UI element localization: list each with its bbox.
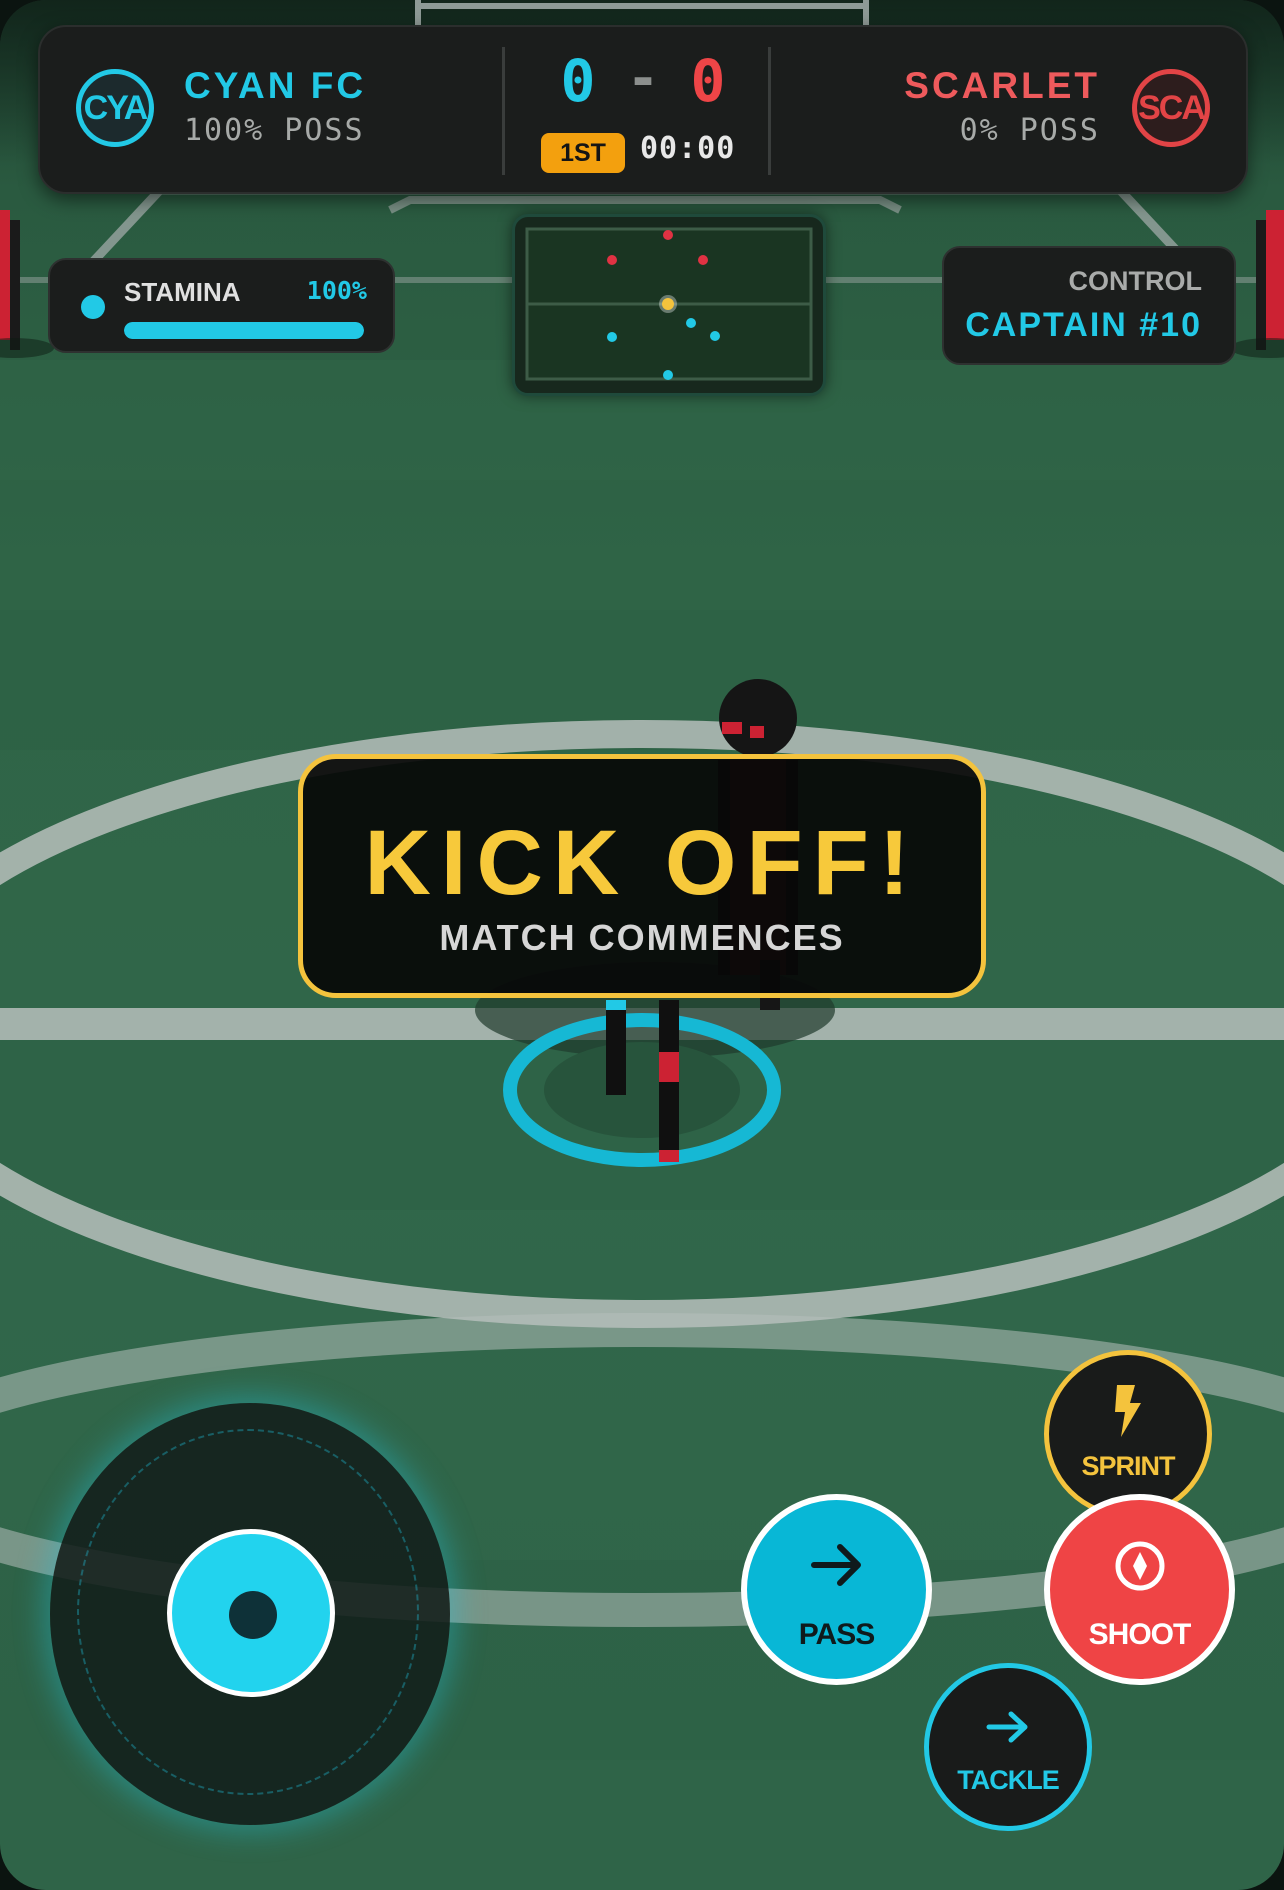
home-team-badge: CYA [76,69,154,147]
ring-inner [544,1042,740,1138]
arrow-right-icon [810,1544,861,1586]
stamina-panel: STAMINA 100% [48,258,395,353]
joystick-knob[interactable] [167,1529,335,1697]
banner-title: KICK OFF! [364,812,920,914]
stamina-value: 100% [306,276,367,305]
lightning-icon [1115,1385,1141,1437]
stamina-bar-fill [124,322,364,339]
home-team-name: CYAN FC [184,65,367,106]
score-separator: - [626,47,660,110]
shoot-button[interactable]: SHOOT [1044,1494,1235,1685]
pass-button[interactable]: PASS [741,1494,932,1685]
period-badge: 1ST [541,133,625,173]
goal-area-line [388,196,902,214]
movement-joystick[interactable] [50,1403,450,1825]
kickoff-banner: KICK OFF! MATCH COMMENCES [298,754,986,998]
minimap[interactable] [512,214,826,396]
minimap-field [525,227,813,381]
minimap-teammate-dot [686,318,696,328]
stamina-label: STAMINA [124,277,241,307]
scoreboard-divider [768,47,771,175]
scoreboard: CYA CYAN FC 100% POSS 0 - 0 1ST 00:00 SC… [38,25,1248,194]
side-player-right [1230,210,1284,358]
game-screen: CYA CYAN FC 100% POSS 0 - 0 1ST 00:00 SC… [0,0,1284,1890]
minimap-ball-marker [662,298,674,310]
home-score: 0 [560,47,596,115]
control-label: CONTROL [1068,266,1202,296]
match-clock: 00:00 [640,131,736,166]
target-icon [1115,1541,1164,1591]
away-team-name: SCARLET [904,65,1100,106]
tackle-button[interactable]: TACKLE [924,1663,1092,1831]
sprint-button[interactable]: SPRINT [1044,1350,1212,1518]
pass-label: PASS [798,1618,875,1651]
minimap-opponent-dot [698,255,708,265]
control-panel: CONTROL CAPTAIN #10 [942,246,1236,365]
stamina-bar [124,322,364,339]
minimap-opponent-dot [607,255,617,265]
minimap-teammate-dot [710,331,720,341]
shoot-label: SHOOT [1088,1618,1192,1651]
away-score: 0 [690,47,726,115]
away-possession: 0% POSS [959,113,1100,148]
arrow-right-icon [986,1711,1028,1743]
tackle-label: TACKLE [957,1765,1060,1795]
joystick-knob-center [229,1591,277,1639]
minimap-teammate-dot [607,332,617,342]
stamina-indicator-icon [81,295,105,319]
minimap-opponent-dot [663,230,673,240]
home-possession: 100% POSS [184,113,365,148]
minimap-teammate-dot [663,370,673,380]
scoreboard-divider [502,47,505,175]
sprint-label: SPRINT [1081,1451,1175,1481]
banner-subtitle: MATCH COMMENCES [439,917,845,958]
side-player-left [0,210,54,358]
away-team-badge: SCA [1132,69,1210,147]
controlled-player-name: CAPTAIN #10 [965,306,1202,344]
